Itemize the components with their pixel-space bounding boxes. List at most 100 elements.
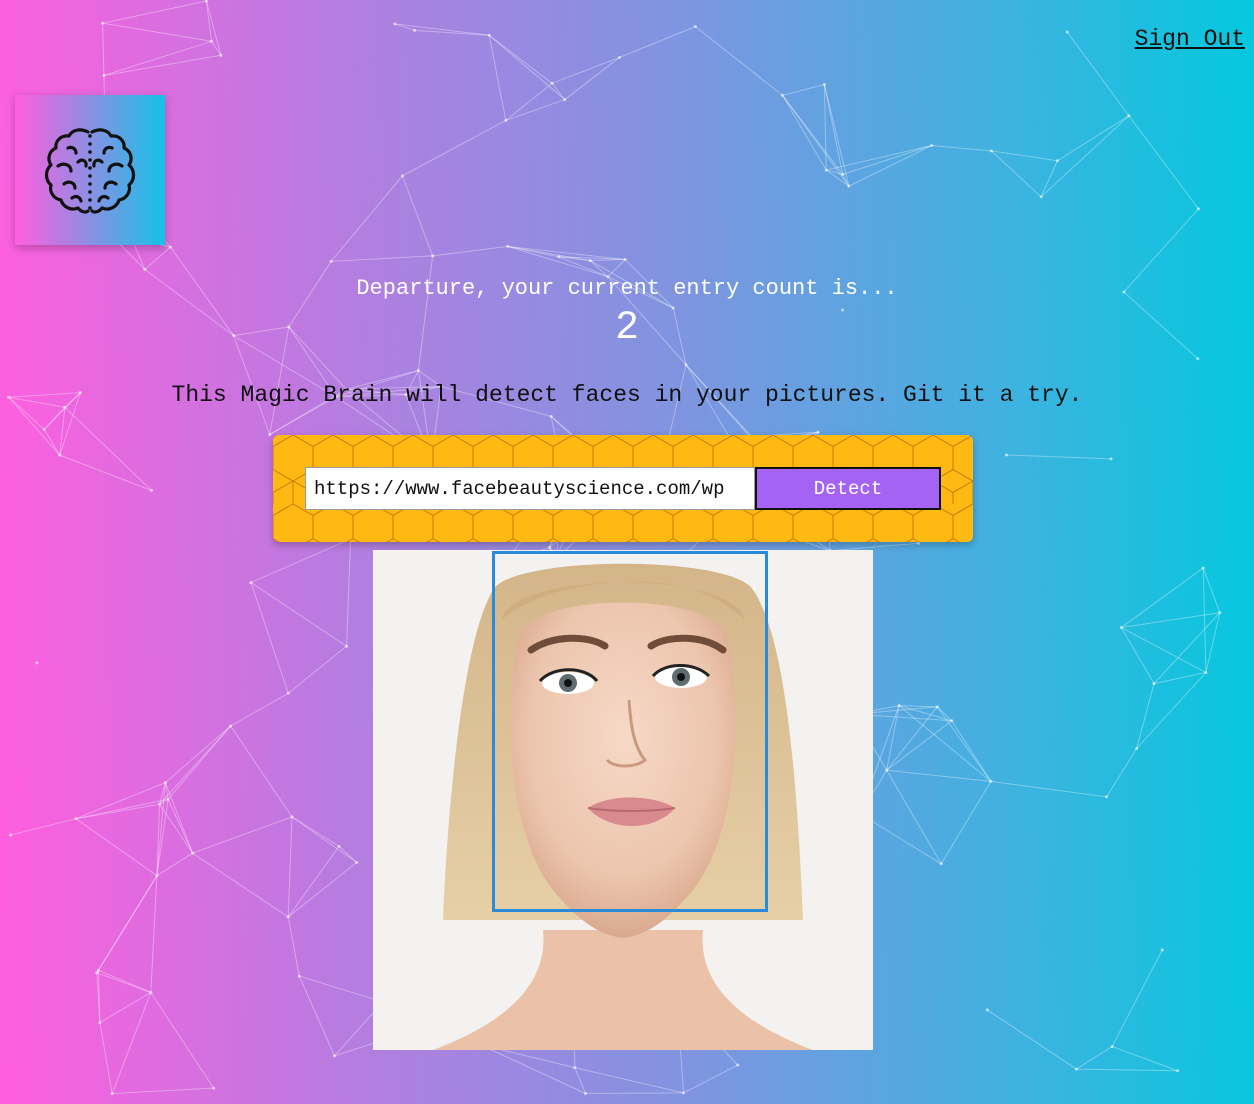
particle-link bbox=[287, 862, 357, 918]
particle-dot bbox=[584, 1091, 588, 1095]
particle-link bbox=[1153, 672, 1207, 685]
particle-dot bbox=[550, 81, 554, 85]
particle-link bbox=[156, 804, 161, 876]
particle-dot bbox=[847, 184, 851, 188]
particle-dot bbox=[149, 488, 153, 492]
particle-link bbox=[111, 992, 152, 1094]
particle-link bbox=[826, 145, 932, 171]
particle-link bbox=[1006, 454, 1111, 460]
particle-dot bbox=[1004, 453, 1008, 457]
particle-link bbox=[96, 972, 151, 993]
particle-link bbox=[205, 0, 222, 56]
particle-link bbox=[192, 852, 289, 918]
particle-dot bbox=[930, 144, 934, 148]
particle-dot bbox=[985, 1008, 989, 1012]
particle-link bbox=[782, 84, 825, 96]
particle-dot bbox=[337, 844, 341, 848]
particle-dot bbox=[98, 1021, 102, 1025]
particle-link bbox=[99, 992, 152, 1024]
particle-dot bbox=[693, 25, 697, 29]
particle-dot bbox=[950, 719, 954, 723]
particle-link bbox=[940, 781, 992, 865]
particle-dot bbox=[736, 1063, 740, 1067]
particle-link bbox=[782, 95, 827, 171]
particle-link bbox=[299, 975, 384, 1003]
particle-dot bbox=[989, 149, 993, 153]
particle-link bbox=[230, 692, 289, 727]
brain-icon bbox=[44, 128, 136, 214]
particle-link bbox=[558, 256, 591, 262]
particle-link bbox=[607, 259, 626, 278]
particle-link bbox=[683, 1064, 738, 1094]
particle-link bbox=[479, 1043, 586, 1094]
particle-link bbox=[59, 454, 152, 491]
particle-link bbox=[1136, 672, 1207, 749]
particle-dot bbox=[97, 968, 101, 972]
particle-link bbox=[842, 145, 932, 175]
particle-link bbox=[150, 875, 158, 993]
particle-link bbox=[103, 54, 222, 76]
particle-link bbox=[1120, 627, 1155, 684]
particle-dot bbox=[549, 414, 553, 418]
particle-dot bbox=[1152, 682, 1156, 686]
particle-link bbox=[1121, 627, 1207, 673]
particle-link bbox=[96, 969, 99, 973]
particle-link bbox=[1106, 748, 1138, 798]
particle-link bbox=[899, 705, 938, 708]
particle-dot bbox=[563, 98, 567, 102]
particle-dot bbox=[229, 724, 233, 728]
particle-dot bbox=[110, 1092, 114, 1096]
particle-dot bbox=[557, 255, 561, 259]
particle-dot bbox=[573, 1066, 577, 1070]
particle-dot bbox=[1160, 948, 1164, 952]
particle-dot bbox=[506, 244, 510, 248]
particle-dot bbox=[1105, 795, 1109, 799]
particle-link bbox=[43, 429, 61, 456]
particle-dot bbox=[297, 974, 301, 978]
particle-dot bbox=[163, 781, 167, 785]
particle-link bbox=[96, 875, 158, 973]
particle-dot bbox=[149, 990, 153, 994]
particle-link bbox=[574, 1067, 684, 1094]
particle-dot bbox=[286, 691, 290, 695]
particle-link bbox=[75, 818, 158, 877]
particle-link bbox=[159, 782, 166, 805]
particle-link bbox=[159, 803, 194, 854]
particle-dot bbox=[1039, 195, 1043, 199]
particle-dot bbox=[268, 432, 272, 436]
particle-link bbox=[112, 1087, 214, 1095]
particle-dot bbox=[166, 797, 170, 801]
particle-link bbox=[991, 150, 1042, 198]
detect-button[interactable]: Detect bbox=[755, 467, 941, 510]
particle-link bbox=[823, 84, 850, 187]
particle-link bbox=[291, 816, 340, 847]
particle-link bbox=[931, 145, 992, 152]
image-url-input[interactable] bbox=[305, 467, 755, 510]
particle-link bbox=[394, 23, 490, 36]
particle-dot bbox=[1176, 1069, 1180, 1073]
particle-link bbox=[250, 582, 347, 647]
particle-link bbox=[558, 256, 626, 261]
particle-link bbox=[192, 816, 293, 854]
particle-link bbox=[1057, 115, 1130, 162]
particle-dot bbox=[1109, 457, 1113, 461]
particle-dot bbox=[1204, 671, 1208, 675]
particle-link bbox=[848, 145, 932, 187]
particle-link bbox=[488, 35, 507, 121]
entry-count: 2 bbox=[614, 306, 639, 351]
particle-link bbox=[205, 0, 213, 42]
particle-link bbox=[330, 175, 403, 262]
particle-link bbox=[1111, 949, 1163, 1047]
particle-link bbox=[1121, 612, 1220, 629]
particle-dot bbox=[822, 83, 826, 87]
particle-dot bbox=[588, 259, 592, 263]
particle-link bbox=[211, 41, 222, 56]
particle-link bbox=[507, 245, 559, 258]
particle-link bbox=[1040, 160, 1058, 198]
sign-out-link[interactable]: Sign Out bbox=[1135, 26, 1245, 52]
particle-dot bbox=[816, 430, 820, 434]
particle-dot bbox=[58, 453, 62, 457]
particle-link bbox=[991, 150, 1058, 162]
particle-dot bbox=[413, 28, 417, 32]
particle-dot bbox=[487, 33, 491, 37]
